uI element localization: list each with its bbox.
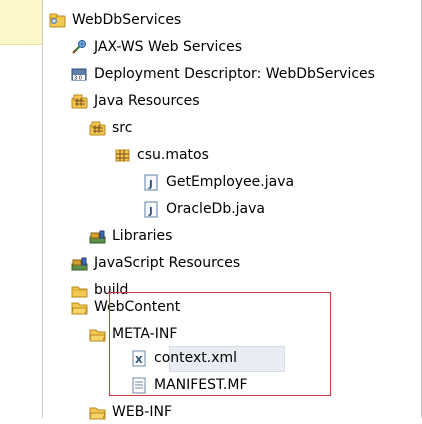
tree-node-label: Libraries (112, 228, 173, 244)
tree-node-libraries[interactable]: Libraries (89, 224, 172, 248)
javascript-resources-icon (71, 255, 88, 272)
tree-node-src[interactable]: src (89, 116, 132, 140)
tree-node-getemployee-java[interactable]: J GetEmployee.java (143, 170, 294, 194)
folder-open-icon (71, 299, 88, 316)
svg-text:3.0: 3.0 (74, 75, 82, 81)
tree-node-csu-matos[interactable]: csu.matos (114, 143, 209, 167)
annotation-highlight-box (109, 292, 331, 396)
tree-node-label: OracleDb.java (166, 201, 266, 217)
deployment-descriptor-icon: 3.0 (71, 66, 88, 83)
tree-node-label: GetEmployee.java (166, 174, 295, 190)
java-resources-icon (71, 93, 88, 110)
tree-node-javascript-resources[interactable]: JavaScript Resources (71, 251, 240, 275)
tree-node-jax-ws-web-services[interactable]: JAX-WS Web Services (71, 35, 242, 59)
web-services-icon (71, 39, 88, 56)
java-file-icon: J (143, 174, 160, 191)
tree-node-oracledb-java[interactable]: J OracleDb.java (143, 197, 265, 221)
svg-text:J: J (148, 206, 153, 217)
tree-node-label: JAX-WS Web Services (94, 39, 243, 55)
library-icon (89, 228, 106, 245)
project-explorer-tree: WebDbServices JAX-WS Web Services 3.0 De… (42, 0, 422, 420)
tree-node-label: Deployment Descriptor: WebDbServices (94, 66, 375, 82)
java-file-icon: J (143, 201, 160, 218)
project-folder-icon (49, 12, 66, 29)
tree-node-webdbservices[interactable]: WebDbServices (49, 8, 181, 32)
editor-background-strip (0, 0, 42, 45)
source-folder-icon (89, 120, 106, 137)
tree-node-label: src (112, 120, 133, 136)
tree-node-deployment-descriptor[interactable]: 3.0 Deployment Descriptor: WebDbServices (71, 62, 375, 86)
tree-node-web-inf[interactable]: WEB-INF (89, 400, 172, 424)
svg-text:J: J (148, 179, 153, 190)
tree-node-label: Java Resources (94, 93, 200, 109)
tree-node-java-resources[interactable]: Java Resources (71, 89, 200, 113)
tree-node-label: JavaScript Resources (94, 255, 241, 271)
tree-node-label: WEB-INF (112, 404, 172, 420)
folder-open-icon (89, 326, 106, 343)
tree-node-label: WebDbServices (72, 12, 182, 28)
package-icon (114, 147, 131, 164)
tree-node-label: csu.matos (137, 147, 209, 163)
